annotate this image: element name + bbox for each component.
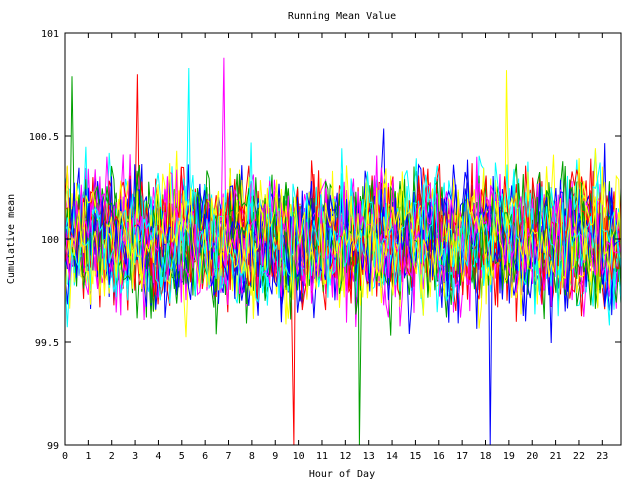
x-tick-label: 14 [386, 451, 398, 462]
x-tick-label: 7 [226, 451, 232, 462]
x-tick-label: 9 [272, 451, 278, 462]
x-tick-label: 17 [456, 451, 468, 462]
y-tick-label: 100.5 [29, 132, 59, 143]
x-tick-label: 19 [503, 451, 515, 462]
y-tick-label: 99.5 [35, 338, 59, 349]
x-tick-label: 13 [363, 451, 375, 462]
y-axis-title: Cumulative mean [6, 194, 17, 284]
x-tick-label: 10 [293, 451, 305, 462]
x-tick-label: 11 [316, 451, 328, 462]
x-tick-label: 6 [202, 451, 208, 462]
x-tick-label: 3 [132, 451, 138, 462]
y-tick-label: 100 [41, 235, 59, 246]
chart: Running Mean Value 0 1 2 3 4 5 6 7 8 9 10 11 12 13 14 1… [6, 11, 622, 480]
chart-title: Running Mean Value [288, 11, 396, 22]
x-tick-label: 12 [339, 451, 351, 462]
x-tick-label: 2 [109, 451, 115, 462]
x-tick-label: 21 [550, 451, 562, 462]
y-tick-label: 99 [47, 441, 59, 452]
series-layer [64, 57, 622, 446]
x-tick-label: 18 [479, 451, 491, 462]
x-axis-title: Hour of Day [309, 469, 375, 480]
x-tick-label: 1 [85, 451, 91, 462]
x-tick-label: 4 [155, 451, 161, 462]
x-tick-label: 20 [526, 451, 538, 462]
x-tick-label: 23 [596, 451, 608, 462]
y-tick-label: 101 [41, 29, 59, 40]
x-tick-label: 8 [249, 451, 255, 462]
x-tick-label: 0 [62, 451, 68, 462]
x-tick-label: 22 [573, 451, 585, 462]
x-tick-label: 15 [409, 451, 421, 462]
x-tick-label: 16 [433, 451, 445, 462]
x-tick-label: 5 [179, 451, 185, 462]
